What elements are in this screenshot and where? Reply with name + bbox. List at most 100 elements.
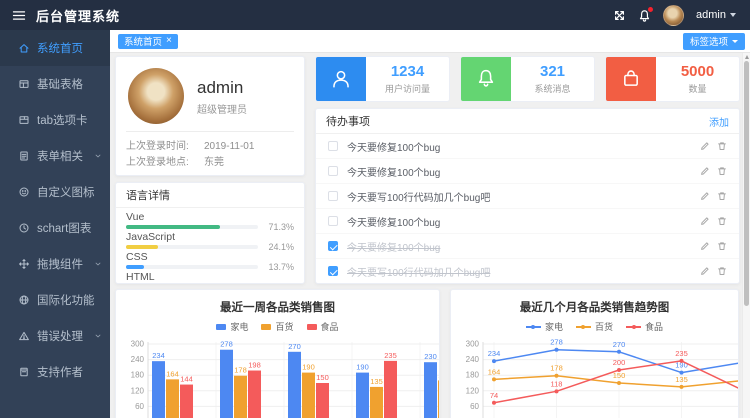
svg-text:150: 150 [316, 373, 329, 382]
profile-top: admin 超级管理员 [116, 57, 304, 131]
svg-text:160: 160 [438, 370, 440, 379]
sidebar-item-0[interactable]: 系统首页 [0, 30, 110, 66]
legend-label: 家电 [545, 320, 563, 333]
delete-icon[interactable] [717, 191, 727, 201]
profile-info-label: 上次登录地点: [126, 155, 204, 171]
edit-icon[interactable] [700, 241, 710, 251]
stat-card-1: 321系统消息 [460, 56, 595, 102]
sidebar-item-label: schart图表 [37, 220, 91, 236]
header: 后台管理系统 admin [0, 0, 750, 30]
svg-text:198: 198 [248, 361, 261, 370]
svg-text:120: 120 [466, 386, 480, 395]
todo-add-button[interactable]: 添加 [709, 114, 729, 129]
edit-icon[interactable] [700, 166, 710, 176]
tag-options-label: 标签选项 [690, 34, 728, 48]
progress-fill [126, 245, 158, 249]
bell-icon[interactable] [638, 9, 651, 22]
tag-options-button[interactable]: 标签选项 [683, 33, 745, 50]
bar-chart-title: 最近一周各品类销售图 [116, 290, 439, 315]
sidebar-item-label: 自定义图标 [37, 184, 95, 200]
chevron-down-icon [94, 152, 102, 160]
menu-toggle-icon[interactable] [12, 10, 26, 21]
svg-text:230: 230 [424, 352, 437, 361]
sidebar-item-8[interactable]: 错误处理 [0, 318, 110, 354]
sidebar-item-label: 拖拽组件 [37, 256, 83, 272]
progress-percent: 71.3% [264, 222, 294, 232]
svg-text:300: 300 [131, 340, 145, 349]
header-right: admin [613, 5, 750, 26]
bar-chart: 3002401801206023427827019023016417819013… [120, 338, 440, 418]
profile-info-value: 东莞 [204, 155, 224, 171]
stats-row: 1234用户访问量321系统消息5000数量 [315, 56, 740, 102]
delete-icon[interactable] [717, 166, 727, 176]
tab-active[interactable]: 系统首页 × [118, 34, 178, 49]
sidebar-item-label: 国际化功能 [37, 292, 95, 308]
svg-text:300: 300 [466, 340, 480, 349]
legend-label: 食品 [645, 320, 663, 333]
profile-info-value: 2019-11-01 [204, 139, 254, 155]
delete-icon[interactable] [717, 141, 727, 151]
sidebar-item-label: 支持作者 [37, 364, 83, 380]
legend-marker [261, 324, 271, 330]
sidebar: 系统首页基础表格tab选项卡表单相关自定义图标 schart图表拖拽组件国际化功能… [0, 30, 110, 418]
stat-value: 1234 [391, 63, 424, 80]
todo-checkbox[interactable] [328, 241, 338, 251]
legend-marker-dot [531, 325, 535, 329]
legend-marker-dot [581, 325, 585, 329]
sidebar-item-4[interactable]: 自定义图标 [0, 174, 110, 210]
edit-icon[interactable] [700, 216, 710, 226]
todo-checkbox[interactable] [328, 141, 338, 151]
sidebar-item-9[interactable]: 支持作者 [0, 354, 110, 390]
profile-rows: 上次登录时间:2019-11-01上次登录地点:东莞 [126, 131, 294, 171]
user-menu[interactable]: admin [696, 9, 736, 21]
todo-checkbox[interactable] [328, 216, 338, 226]
edit-icon[interactable] [700, 141, 710, 151]
stat-body: 1234用户访问量 [366, 57, 449, 101]
bell-icon [461, 57, 511, 101]
legend-item: 家电 [526, 320, 563, 333]
svg-text:60: 60 [135, 402, 144, 411]
progress-percent: 13.7% [264, 262, 294, 272]
legend-marker [576, 326, 591, 328]
profile-role: 超级管理员 [197, 101, 247, 116]
delete-icon[interactable] [717, 241, 727, 251]
svg-text:278: 278 [220, 340, 233, 349]
fullscreen-icon[interactable] [613, 9, 626, 22]
svg-text:240: 240 [466, 355, 480, 364]
sidebar-item-5[interactable]: schart图表 [0, 210, 110, 246]
todo-checkbox[interactable] [328, 266, 338, 276]
sidebar-item-1[interactable]: 基础表格 [0, 66, 110, 102]
svg-text:150: 150 [613, 371, 626, 380]
scroll-up-icon[interactable] [745, 55, 749, 59]
avatar[interactable] [663, 5, 684, 26]
app: 后台管理系统 admin 系统首页基础表格tab选项卡表单相关自定义图标 scha… [0, 0, 750, 418]
notification-dot [648, 7, 653, 12]
progress-fill [126, 265, 144, 269]
todo-checkbox[interactable] [328, 166, 338, 176]
line-chart-title: 最近几个月各品类销售趋势图 [451, 290, 738, 315]
sidebar-item-6[interactable]: 拖拽组件 [0, 246, 110, 282]
bar-chart-legend: 家电百货食品 [116, 320, 439, 333]
sidebar-item-2[interactable]: tab选项卡 [0, 102, 110, 138]
svg-text:234: 234 [488, 349, 501, 358]
line-chart: 3002401801206023427827019023016417815013… [455, 338, 739, 418]
edit-icon[interactable] [700, 191, 710, 201]
todo-item-1: 今天要修复100个bug [316, 159, 739, 184]
edit-icon[interactable] [700, 266, 710, 276]
todo-text: 今天要修复100个bug [347, 214, 700, 229]
svg-text:74: 74 [490, 391, 498, 400]
scrollbar-thumb[interactable] [744, 61, 749, 306]
profile-info-label: 上次登录时间: [126, 139, 204, 155]
delete-icon[interactable] [717, 216, 727, 226]
delete-icon[interactable] [717, 266, 727, 276]
sidebar-item-label: 系统首页 [37, 40, 83, 56]
close-icon[interactable]: × [166, 36, 172, 46]
sidebar-item-7[interactable]: 国际化功能 [0, 282, 110, 318]
tab-label: 系统首页 [124, 34, 162, 48]
sidebar-item-3[interactable]: 表单相关 [0, 138, 110, 174]
todo-card-header: 待办事项 添加 [316, 109, 739, 134]
app-title: 后台管理系统 [36, 6, 120, 25]
profile-info-row: 上次登录地点:东莞 [126, 155, 294, 171]
todo-checkbox[interactable] [328, 191, 338, 201]
chevron-down-icon [94, 332, 102, 340]
